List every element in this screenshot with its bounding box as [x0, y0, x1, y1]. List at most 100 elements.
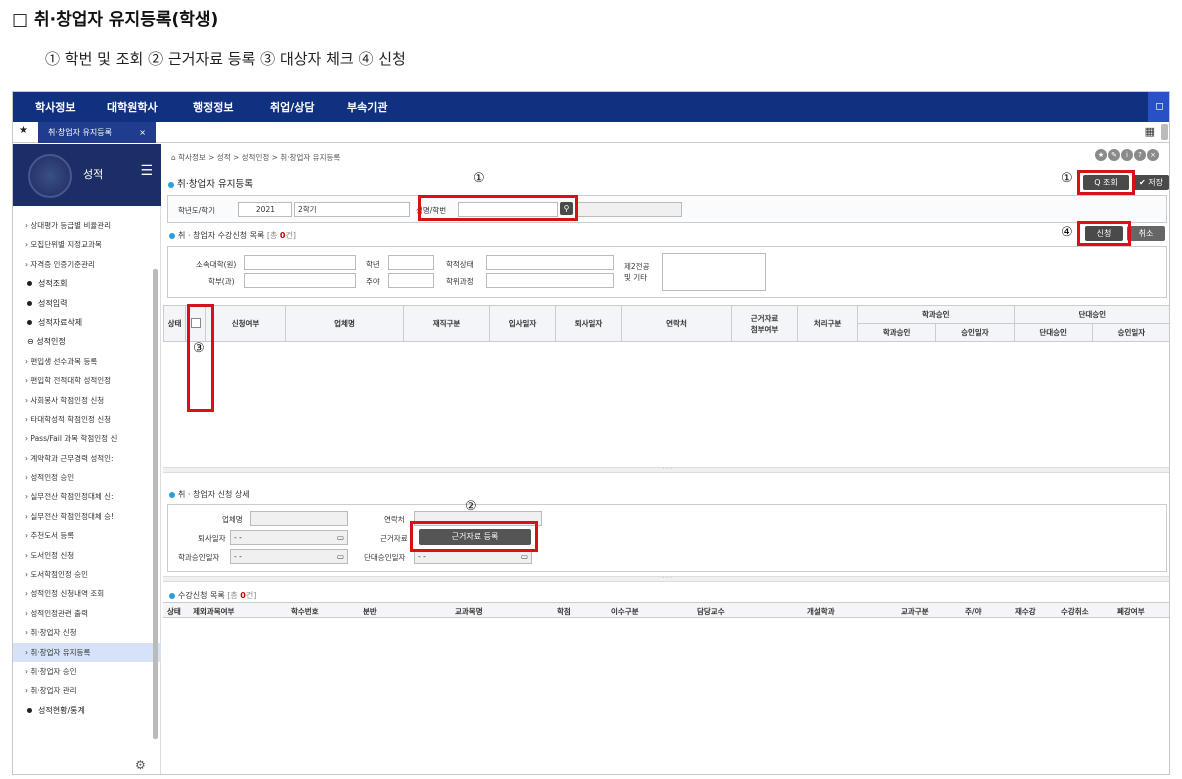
sidebar-item-11[interactable]: › Pass/Fail 과목 학점인정 신: [13, 429, 161, 448]
sidebar-item-9[interactable]: › 사회봉사 학점인정 신청: [13, 391, 161, 410]
callout-4: ④: [1061, 225, 1073, 240]
col-status: 상태: [163, 305, 186, 342]
sidebar-item-label: 편입생 선수과목 등록: [30, 356, 98, 366]
sidebar-item-21[interactable]: › 취·창업자 신청: [13, 623, 161, 642]
utility-icons: ★ ✎ i? ×: [1094, 149, 1159, 161]
close-icon[interactable]: ×: [1147, 149, 1159, 161]
nav-item-grad[interactable]: 대학원학사: [107, 99, 158, 115]
status-field: [486, 255, 614, 270]
tab-label: 취·창업자 유지등록: [48, 128, 112, 137]
callout-3: ③: [193, 341, 205, 356]
callout-1-button: ①: [1061, 171, 1073, 186]
semester-select[interactable]: 2학기: [294, 202, 410, 217]
sidebar-item-label: 성적현황/통계: [38, 705, 85, 715]
nav-item-career[interactable]: 취업/상담: [270, 99, 315, 115]
save-button[interactable]: ✔ 저장: [1133, 175, 1169, 190]
major2-field: [662, 253, 766, 291]
sidebar-item-20[interactable]: › 성적인정관련 출력: [13, 604, 161, 623]
sidebar-item-label: 추천도서 등록: [30, 531, 75, 541]
grade-field: [388, 255, 434, 270]
col-college-date: 승인일자: [1091, 323, 1169, 342]
sidebar-item-label: 편입학 전적대학 성적인정: [30, 376, 112, 386]
hamburger-icon[interactable]: ☰: [140, 163, 153, 179]
col-employment: 재직구분: [403, 305, 490, 342]
student-info-box: 소속대학(원) 학부(과) 학년 주야 학적상태 학위과정 제2전공 및 기타: [167, 246, 1167, 298]
cancel-button[interactable]: 취소: [1127, 226, 1165, 241]
sidebar-item-23[interactable]: › 취·창업자 승인: [13, 662, 161, 681]
edit-icon[interactable]: ✎: [1108, 149, 1120, 161]
sidebar-item-25[interactable]: 성적현황/통계: [13, 701, 161, 720]
sidebar-item-8[interactable]: › 편입학 전적대학 성적인정: [13, 371, 161, 390]
sidebar-item-18[interactable]: › 도서학점인정 승인: [13, 565, 161, 584]
sidebar-item-label: 취·창업자 유지등록: [30, 647, 91, 657]
sidebar-item-24[interactable]: › 취·창업자 관리: [13, 681, 161, 700]
nav-item-academic[interactable]: 학사정보: [35, 99, 75, 115]
sidebar-item-13[interactable]: › 성적인정 승인: [13, 468, 161, 487]
sidebar: 성적 ☰ › 상대평가 등급별 비율관리 › 모집단위별 지정교과목 › 자격증 인…: [13, 144, 161, 774]
ccol-type: 이수구분: [611, 607, 639, 616]
sidebar-item-label: 도서인정 신청: [30, 550, 75, 560]
leave-date-field[interactable]: - - ▭: [230, 530, 348, 545]
sidebar-item-12[interactable]: › 계약학과 근무경력 성적인:: [13, 449, 161, 468]
top-nav: 학사정보 대학원학사 행정정보 취업/상담 부속기관 ◻: [13, 92, 1169, 122]
help-icon[interactable]: ?: [1134, 149, 1146, 161]
nav-item-affiliated[interactable]: 부속기관: [347, 99, 387, 115]
sidebar-item-label: 모집단위별 지정교과목: [30, 240, 102, 250]
sidebar-item-label: 자격증 인증기준관리: [30, 259, 95, 269]
home-icon[interactable]: ★: [19, 125, 28, 136]
sidebar-item-label: 사회봉사 학점인정 신청: [30, 395, 105, 405]
course-list-title: 수강신청 목록 [총 0건]: [169, 590, 256, 601]
course-label: 학위과정: [446, 277, 474, 286]
sidebar-item-7[interactable]: › 편입생 선수과목 등록: [13, 352, 161, 371]
splitter-2[interactable]: · · ·: [163, 576, 1169, 582]
sidebar-item-2[interactable]: › 자격증 인증기준관리: [13, 255, 161, 274]
close-icon[interactable]: ×: [139, 122, 146, 143]
col-dept-approval: 학과승인: [856, 323, 937, 342]
sidebar-item-19[interactable]: › 성적인정 신청내역 조회: [13, 584, 161, 603]
tab-active[interactable]: 취·창업자 유지등록 ×: [38, 122, 156, 143]
col-dept-approval-group: 학과승인: [857, 305, 1015, 324]
sidebar-item-3[interactable]: 성적조회: [13, 274, 161, 293]
ccol-cancel: 수강취소: [1061, 607, 1089, 616]
bullet-icon: [27, 281, 32, 287]
gear-icon[interactable]: ⚙: [135, 758, 146, 772]
sidebar-item-14[interactable]: › 실무전산 학점인정대체 신:: [13, 487, 161, 506]
col-process: 처리구분: [797, 305, 858, 342]
tab-scroll-icon[interactable]: [1161, 124, 1168, 140]
highlight-apply: [1077, 221, 1131, 246]
sidebar-item-22[interactable]: › 취·창업자 유지등록: [13, 642, 161, 662]
nav-item-admin[interactable]: 행정정보: [193, 99, 233, 115]
sidebar-item-0[interactable]: › 상대평가 등급별 비율관리: [13, 216, 161, 235]
bookmark-icon[interactable]: ◻: [1148, 92, 1169, 122]
major2-label: 제2전공: [624, 262, 650, 271]
info-icon[interactable]: i: [1121, 149, 1133, 161]
sidebar-item-4[interactable]: 성적입력: [13, 294, 161, 313]
col-dept-date: 승인일자: [935, 323, 1015, 342]
detail-box: 업체명 퇴사일자 - - ▭ 학과승인일자 - - ▭ 연락처 근거자료 단대승인일…: [167, 504, 1167, 572]
apply-table-header: 상태 신청여부 업체명 재직구분 입사일자 퇴사일자 연락처 근거자료 첨부여부 …: [163, 305, 1169, 342]
sidebar-item-label: 성적입력: [38, 298, 68, 308]
sidebar-item-15[interactable]: › 실무전산 학점인정대체 승!: [13, 507, 161, 526]
ccol-retake: 재수강: [1015, 607, 1036, 616]
ccol-category: 교과구분: [901, 607, 929, 616]
sidebar-item-label: 실무전산 학점인정대체 신:: [30, 492, 114, 502]
sidebar-item-5[interactable]: 성적자료삭제: [13, 313, 161, 332]
grid-icon[interactable]: ▦: [1145, 125, 1155, 138]
leave-date-label: 퇴사일자: [198, 534, 226, 543]
dept-label: 학부(과): [208, 277, 235, 286]
star-icon[interactable]: ★: [1095, 149, 1107, 161]
sidebar-item-label: 성적조회: [38, 279, 68, 289]
sidebar-item-10[interactable]: › 타대학성적 학점인정 신청: [13, 410, 161, 429]
sidebar-item-6[interactable]: ⊖ 성적인정: [13, 332, 161, 351]
dept-date-field[interactable]: - - ▭: [230, 549, 348, 564]
sidebar-item-16[interactable]: › 추천도서 등록: [13, 526, 161, 545]
highlight-evidence: [410, 521, 538, 552]
sidebar-scrollbar[interactable]: [153, 269, 158, 739]
ccol-excluded: 제외과목여부: [193, 607, 235, 616]
splitter-1[interactable]: · · ·: [163, 467, 1169, 473]
sidebar-item-17[interactable]: › 도서인정 신청: [13, 546, 161, 565]
year-select[interactable]: 2021: [238, 202, 292, 217]
sidebar-item-1[interactable]: › 모집단위별 지정교과목: [13, 235, 161, 254]
page-title: 취·창업자 유지등록: [168, 176, 253, 190]
college-field: [244, 255, 356, 270]
